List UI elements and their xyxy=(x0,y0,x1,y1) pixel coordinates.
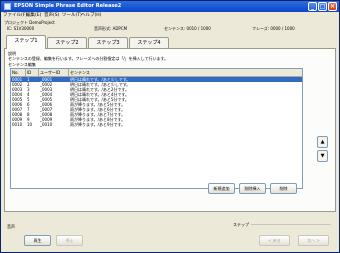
stop-button[interactable]: 停止 xyxy=(56,235,83,246)
column-header-no[interactable]: No. xyxy=(11,69,26,76)
column-header-userid[interactable]: ユーザーID xyxy=(39,69,69,76)
cell-sentence: 雨が降ります。/あと9分です。 xyxy=(70,122,126,127)
cell-id: 10 xyxy=(27,122,33,127)
minimize-button[interactable]: _ xyxy=(308,2,317,11)
cell-no: 0010 xyxy=(12,122,23,127)
phrase-count: フレーズ: 0000 / 1000 xyxy=(252,26,295,31)
menu-edit[interactable]: 編集(E) xyxy=(26,12,41,19)
menu-tools[interactable]: ツール(T) xyxy=(62,12,82,19)
back-button[interactable]: < 戻る xyxy=(259,235,290,246)
cell-userid: _0010 xyxy=(40,122,53,127)
step1-panel: 説明 センテンスの登録、編集を行います。フレーズへの分割指定は「/」を挿入して行… xyxy=(4,48,336,212)
next-button[interactable]: 次へ > xyxy=(298,235,329,246)
sentence-table[interactable]: No. ID ユーザーID センテンス 0001 1 _0001 明日は晴れです。/あ… xyxy=(10,68,303,189)
column-header-sentence[interactable]: センテンス xyxy=(69,69,302,76)
table-row[interactable]: 0010 10 _0010 雨が降ります。/あと9分です。 xyxy=(11,122,302,127)
menu-file[interactable]: ファイル(F) xyxy=(3,12,27,19)
menu-sound[interactable]: 音声(S) xyxy=(44,12,59,19)
move-up-button[interactable]: ▲ xyxy=(317,136,328,148)
insert-button[interactable]: 削除挿入 xyxy=(239,183,266,194)
menu-bar: ファイル(F) 編集(E) 音声(S) ツール(T) ヘルプ(H) xyxy=(1,12,339,19)
sentence-count: センテンス: 0010 / 1000 xyxy=(164,26,211,31)
step-tabs: ステップ1 ステップ2 ステップ3 ステップ4 xyxy=(4,35,336,49)
play-button[interactable]: 再生 xyxy=(24,235,51,246)
arrow-down-icon: ▼ xyxy=(320,153,325,159)
add-button[interactable]: 新規追加 xyxy=(208,183,235,194)
title-bar[interactable]: EPSON Simple Phrase Editor Release2 _ □ … xyxy=(1,1,339,12)
project-info: プロジェクト DemoProject IC: S1V30000 音声形式: AD… xyxy=(4,20,336,34)
delete-button[interactable]: 削除 xyxy=(270,183,297,194)
voice-label: 音声 xyxy=(7,224,15,229)
app-icon xyxy=(4,3,11,10)
step-label: ステップ xyxy=(233,222,249,227)
move-down-button[interactable]: ▼ xyxy=(317,150,328,162)
format-label: 音声形式: ADPCM xyxy=(94,26,128,31)
device-label: IC: S1V30000 xyxy=(7,26,35,31)
maximize-button[interactable]: □ xyxy=(318,2,327,11)
tab-step1[interactable]: ステップ1 xyxy=(6,35,46,49)
app-window: EPSON Simple Phrase Editor Release2 _ □ … xyxy=(0,0,340,253)
column-header-id[interactable]: ID xyxy=(26,69,39,76)
arrow-up-icon: ▲ xyxy=(320,139,325,145)
menu-help[interactable]: ヘルプ(H) xyxy=(81,12,101,19)
window-title: EPSON Simple Phrase Editor Release2 xyxy=(14,3,122,9)
step-separator xyxy=(251,224,331,225)
table-header: No. ID ユーザーID センテンス xyxy=(11,69,302,77)
close-button[interactable]: × xyxy=(328,2,337,11)
